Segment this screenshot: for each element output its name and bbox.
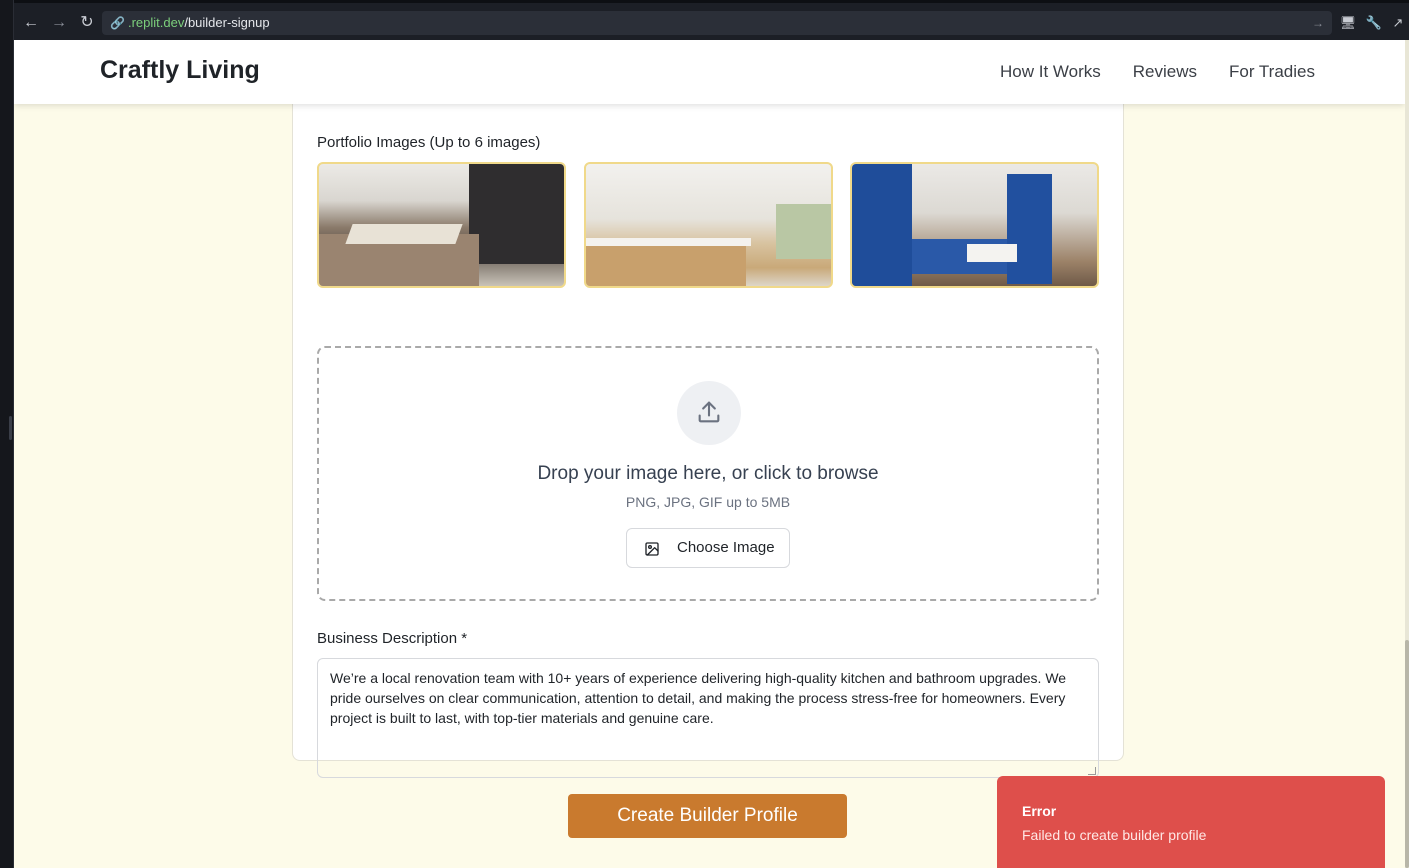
textarea-resize-handle[interactable] bbox=[1088, 767, 1096, 775]
url-domain: .replit.dev bbox=[127, 15, 185, 30]
brand-logo[interactable]: Craftly Living bbox=[100, 56, 260, 85]
upload-icon bbox=[677, 381, 741, 445]
url-path: /builder-signup bbox=[184, 15, 270, 30]
portfolio-label: Portfolio Images (Up to 6 images) bbox=[317, 134, 541, 151]
devtools-wrench-icon[interactable]: 🔧 bbox=[1365, 14, 1383, 32]
business-description-textarea[interactable]: We’re a local renovation team with 10+ y… bbox=[317, 658, 1099, 778]
site-header: Craftly Living How It Works Reviews For … bbox=[14, 40, 1405, 104]
nav-how-it-works[interactable]: How It Works bbox=[1000, 62, 1101, 82]
scrollbar-thumb[interactable] bbox=[1405, 640, 1409, 868]
browser-toolbar: ← → ↻ 🔗 .replit.dev/builder-signup → 🖥 🔧 … bbox=[14, 0, 1409, 40]
open-url-icon[interactable]: → bbox=[1312, 11, 1324, 35]
portfolio-image-1[interactable] bbox=[317, 162, 566, 288]
toast-title: Error bbox=[1022, 803, 1057, 819]
device-preview-icon[interactable]: 🖥 bbox=[1339, 14, 1357, 32]
nav-reviews[interactable]: Reviews bbox=[1133, 62, 1197, 82]
choose-image-label: Choose Image bbox=[677, 539, 775, 556]
signup-form-card: Portfolio Images (Up to 6 images) Drop y… bbox=[292, 40, 1124, 778]
left-panel-strip bbox=[0, 0, 14, 868]
portfolio-image-2[interactable] bbox=[584, 162, 833, 288]
description-label: Business Description * bbox=[317, 630, 468, 647]
page-scrollbar[interactable] bbox=[1405, 40, 1409, 868]
dropzone-hint: PNG, JPG, GIF up to 5MB bbox=[625, 494, 791, 510]
forward-icon[interactable]: → bbox=[48, 12, 70, 34]
open-new-tab-icon[interactable]: ↗ bbox=[1389, 14, 1407, 32]
panel-resize-handle[interactable] bbox=[9, 416, 12, 440]
reload-icon[interactable]: ↻ bbox=[76, 12, 98, 34]
back-icon[interactable]: ← bbox=[20, 12, 42, 34]
image-dropzone[interactable]: Drop your image here, or click to browse… bbox=[317, 346, 1099, 601]
link-icon: 🔗 bbox=[110, 16, 125, 30]
dropzone-title: Drop your image here, or click to browse bbox=[537, 463, 879, 484]
address-bar[interactable]: 🔗 .replit.dev/builder-signup → bbox=[102, 11, 1332, 35]
nav-for-tradies[interactable]: For Tradies bbox=[1229, 62, 1315, 82]
image-icon bbox=[645, 542, 659, 556]
toast-message: Failed to create builder profile bbox=[1022, 827, 1207, 843]
page-viewport: Craftly Living How It Works Reviews For … bbox=[14, 40, 1405, 868]
main-nav: How It Works Reviews For Tradies bbox=[1000, 62, 1315, 82]
portfolio-image-3[interactable] bbox=[850, 162, 1099, 288]
choose-image-button[interactable]: Choose Image bbox=[626, 528, 790, 568]
create-builder-profile-button[interactable]: Create Builder Profile bbox=[568, 794, 847, 838]
description-text: We’re a local renovation team with 10+ y… bbox=[330, 670, 1067, 726]
error-toast[interactable]: Error Failed to create builder profile bbox=[997, 776, 1385, 868]
